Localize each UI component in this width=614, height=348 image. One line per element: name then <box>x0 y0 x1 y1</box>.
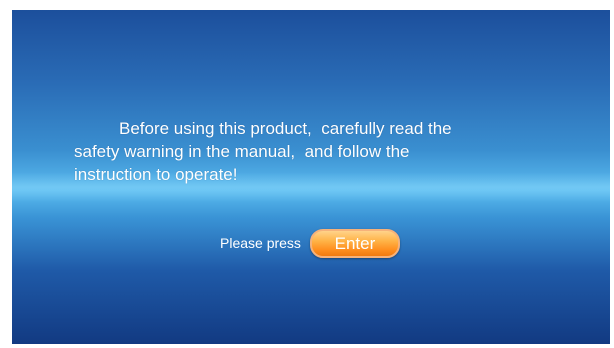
warning-line-3: instruction to operate! <box>74 165 238 184</box>
enter-button[interactable]: Enter <box>309 228 400 258</box>
warning-line-1: Before using this product, carefully rea… <box>119 119 452 138</box>
safety-warning-message: Before using this product, carefully rea… <box>74 117 574 186</box>
please-press-label: Please press <box>220 235 301 251</box>
warning-line-2: safety warning in the manual, and follow… <box>74 142 410 161</box>
safety-warning-screen: Before using this product, carefully rea… <box>12 10 610 344</box>
enter-prompt: Please press Enter <box>220 228 400 258</box>
device-frame: Before using this product, carefully rea… <box>0 0 614 348</box>
